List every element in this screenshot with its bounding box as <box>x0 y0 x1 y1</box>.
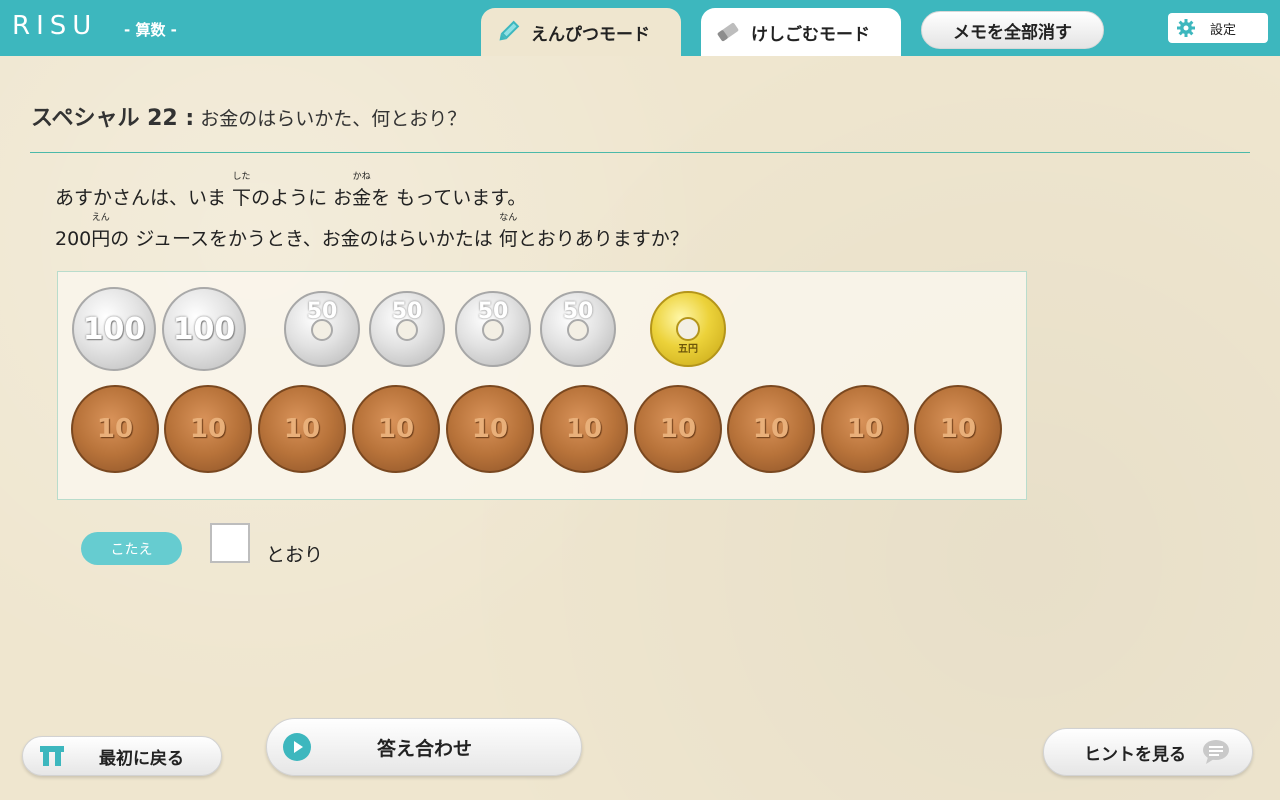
clear-memo-button[interactable]: メモを全部消す <box>921 11 1104 49</box>
coin-10-yen: 10 <box>727 385 815 473</box>
coin-100-yen: 100 <box>162 287 246 371</box>
coin-10-yen: 10 <box>821 385 909 473</box>
coin-10-yen: 10 <box>634 385 722 473</box>
coin-label: 50 <box>306 299 338 324</box>
settings-label: 設定 <box>1210 22 1237 38</box>
check-answer-button[interactable]: 答え合わせ <box>266 718 582 776</box>
furigana-word: した下 <box>232 172 252 210</box>
question-text: の ジュースをかうとき、お金のはらいかたは <box>110 228 499 250</box>
furigana-word: えん円 <box>91 213 111 251</box>
tab-eraser-label: けしごむモード <box>751 24 870 45</box>
question-line-2: 200 えん 円の ジュースをかうとき、お金のはらいかたは なん 何とおりありますか？ <box>55 213 689 251</box>
question-text: 200 <box>55 228 92 250</box>
tab-eraser-mode[interactable]: けしごむモード <box>701 8 901 56</box>
speech-bubble-icon <box>1202 739 1230 765</box>
coin-label: 50 <box>391 299 423 324</box>
coin-10-yen: 10 <box>71 385 159 473</box>
problem-title: お金のはらいかた、何とおり？ <box>200 108 467 130</box>
furigana-reading: かね <box>352 172 371 182</box>
answer-input-box[interactable] <box>210 523 250 563</box>
coin-panel: 100 100 50 50 50 50 五円 10 10 10 10 10 10… <box>57 271 1027 500</box>
coin-50-yen: 50 <box>369 291 445 367</box>
coin-hole <box>676 317 700 341</box>
coin-label: 50 <box>477 299 509 324</box>
subject-label: - 算数 - <box>124 21 177 39</box>
settings-button[interactable]: 設定 <box>1168 13 1268 43</box>
kanji: 下 <box>232 187 252 209</box>
page-title: スペシャル 22 : お金のはらいかた、何とおり？ <box>31 100 466 132</box>
pencil-icon <box>495 19 521 45</box>
coin-label: 五円 <box>678 344 698 355</box>
kanji: 何 <box>498 228 518 250</box>
question-text: のように お <box>251 187 353 209</box>
furigana-word: なん何 <box>498 213 518 251</box>
tab-pencil-mode[interactable]: えんぴつモード <box>481 8 681 56</box>
coin-10-yen: 10 <box>540 385 628 473</box>
back-to-start-label: 最初に戻る <box>99 748 184 769</box>
app-logo: RISU <box>12 11 98 41</box>
problem-label: スペシャル 22 : <box>31 106 195 131</box>
answer-suffix: とおり <box>266 544 324 566</box>
title-divider <box>30 152 1250 153</box>
coin-5-yen: 五円 <box>650 291 726 367</box>
coin-10-yen: 10 <box>352 385 440 473</box>
question-line-1: あすかさんは、いま した 下のように おかね 金を もっています。 <box>55 172 527 210</box>
show-hint-button[interactable]: ヒントを見る <box>1043 728 1253 776</box>
top-bar: RISU - 算数 - えんぴつモード けしごむモード メモを全部消す 設定 <box>0 0 1280 56</box>
back-to-start-button[interactable]: 最初に戻る <box>22 736 222 776</box>
coin-10-yen: 10 <box>914 385 1002 473</box>
coin-100-yen: 100 <box>72 287 156 371</box>
answer-badge: こたえ <box>81 532 182 565</box>
furigana-word: かね金 <box>352 172 372 210</box>
question-text: とおりありますか？ <box>517 228 689 250</box>
furigana-reading: した <box>232 172 251 182</box>
check-answer-label: 答え合わせ <box>377 737 473 760</box>
coin-10-yen: 10 <box>446 385 534 473</box>
eraser-icon <box>715 19 741 45</box>
kanji: 金 <box>352 187 372 209</box>
question-text: を もっています。 <box>371 187 527 209</box>
tab-pencil-label: えんぴつモード <box>531 24 650 45</box>
home-icon <box>39 745 65 767</box>
coin-10-yen: 10 <box>258 385 346 473</box>
show-hint-label: ヒントを見る <box>1084 744 1186 765</box>
coin-label: 50 <box>562 299 594 324</box>
coin-50-yen: 50 <box>455 291 531 367</box>
play-icon <box>283 733 311 761</box>
coin-50-yen: 50 <box>284 291 360 367</box>
kanji: 円 <box>91 228 111 250</box>
gear-icon <box>1176 18 1196 38</box>
coin-50-yen: 50 <box>540 291 616 367</box>
furigana-reading: えん <box>91 213 110 223</box>
question-text: あすかさんは、いま <box>55 187 233 209</box>
coin-10-yen: 10 <box>164 385 252 473</box>
furigana-reading: なん <box>499 213 518 223</box>
